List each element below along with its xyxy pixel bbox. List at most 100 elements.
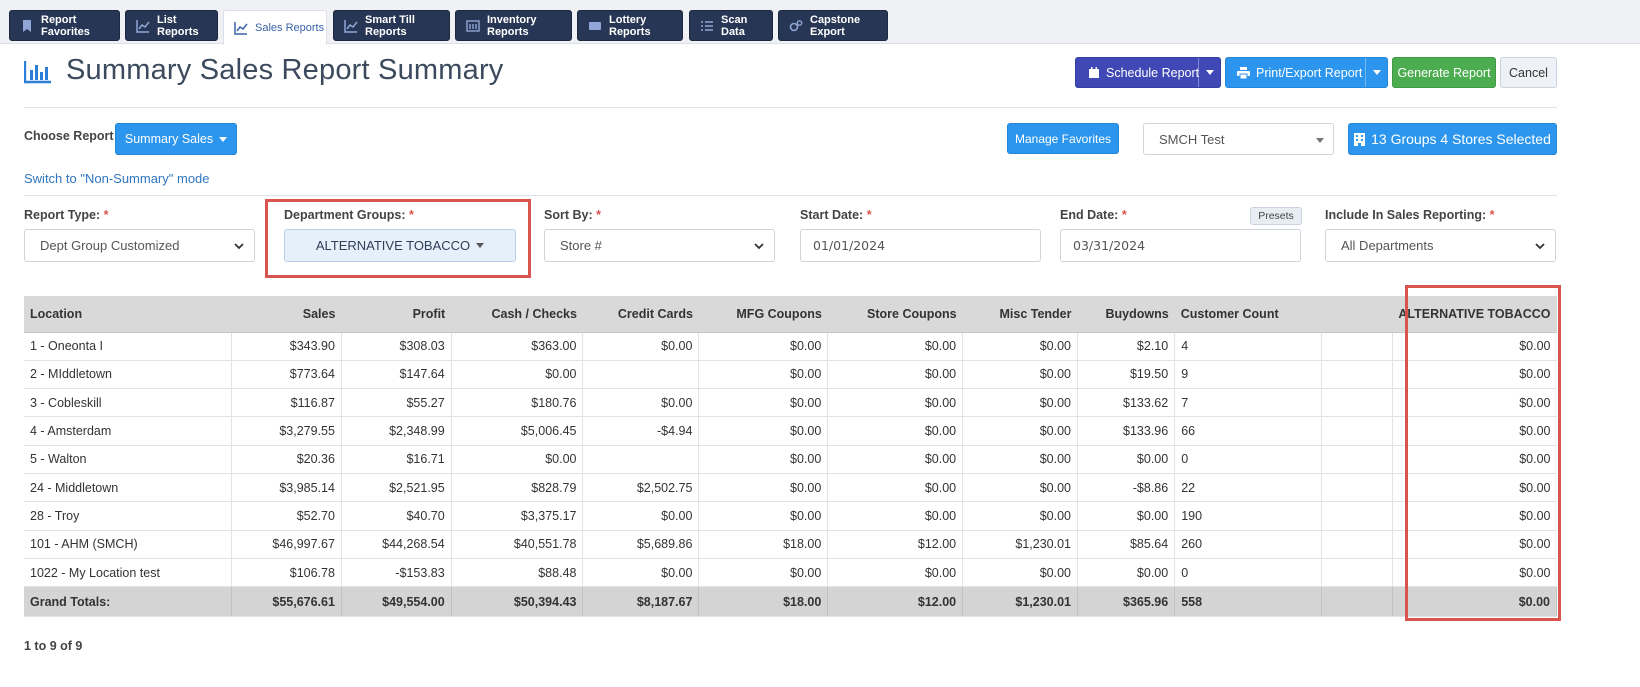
column-header-store-coupons[interactable]: Store Coupons bbox=[827, 296, 963, 333]
tab-smart-till-reports[interactable]: Smart Till Reports bbox=[333, 10, 450, 41]
column-header-location[interactable]: Location bbox=[24, 296, 232, 333]
department-groups-dropdown[interactable]: ALTERNATIVE TOBACCO bbox=[284, 229, 516, 262]
tab-inventory-reports[interactable]: Inventory Reports bbox=[455, 10, 572, 41]
table-cell: $0.00 bbox=[1392, 416, 1557, 446]
table-cell: $2,348.99 bbox=[341, 416, 452, 446]
schedule-dropdown-toggle[interactable] bbox=[1198, 58, 1220, 87]
end-date-input[interactable]: 03/31/2024 bbox=[1060, 229, 1301, 262]
report-type-label: Report Type: * bbox=[24, 208, 109, 222]
sort-by-label-text: Sort By: bbox=[544, 208, 593, 222]
start-date-label-text: Start Date: bbox=[800, 208, 864, 222]
table-cell: $0.00 bbox=[698, 332, 829, 361]
store-select[interactable]: SMCH Test bbox=[1143, 123, 1334, 155]
stores-selected-button[interactable]: 13 Groups 4 Stores Selected bbox=[1348, 123, 1557, 155]
report-type-select[interactable]: Dept Group Customized bbox=[24, 229, 255, 262]
choose-report-dropdown[interactable]: Summary Sales bbox=[115, 123, 237, 155]
table-cell: $106.78 bbox=[231, 558, 342, 588]
total-cell: $1,230.01 bbox=[962, 586, 1078, 618]
table-cell: 7 bbox=[1174, 388, 1322, 418]
total-cell: $50,394.43 bbox=[451, 586, 584, 618]
table-row: 2 - MIddletown $773.64 $147.64 $0.00 $0.00 $0… bbox=[24, 360, 1557, 390]
table-cell: $19.50 bbox=[1077, 360, 1176, 390]
print-export-button[interactable]: Print/Export Report bbox=[1225, 57, 1388, 88]
table-cell bbox=[582, 360, 700, 390]
table-cell: 24 - Middletown bbox=[24, 473, 233, 503]
table-cell bbox=[1321, 445, 1393, 474]
table-cell: $0.00 bbox=[1077, 501, 1176, 531]
table-cell: $0.00 bbox=[451, 445, 584, 474]
table-cell: $0.00 bbox=[698, 445, 829, 474]
table-cell: $2,502.75 bbox=[582, 473, 700, 503]
end-date-value: 03/31/2024 bbox=[1073, 238, 1146, 253]
table-cell: 0 bbox=[1174, 558, 1322, 588]
table-cell bbox=[1321, 360, 1393, 390]
start-date-input[interactable]: 01/01/2024 bbox=[800, 229, 1041, 262]
include-in-sales-select[interactable]: All Departments bbox=[1325, 229, 1556, 262]
table-cell: $0.00 bbox=[1077, 558, 1176, 588]
bookmark-icon bbox=[23, 19, 31, 32]
print-export-label: Print/Export Report bbox=[1256, 65, 1363, 80]
tab-capstone-export[interactable]: Capstone Export bbox=[778, 10, 888, 41]
report-type-value: Dept Group Customized bbox=[40, 238, 180, 253]
presets-button[interactable]: Presets bbox=[1250, 207, 1302, 225]
table-cell: $18.00 bbox=[698, 530, 829, 559]
table-cell: $116.87 bbox=[231, 388, 342, 418]
table-cell: $773.64 bbox=[231, 360, 342, 390]
tab-sales-reports[interactable]: Sales Reports bbox=[223, 10, 327, 45]
table-cell: -$4.94 bbox=[582, 416, 700, 446]
column-header-customer-count[interactable]: Customer Count bbox=[1174, 296, 1322, 333]
column-header-cash-checks[interactable]: Cash / Checks bbox=[451, 296, 583, 333]
column-header-alternative-tobacco[interactable]: ALTERNATIVE TOBACCO bbox=[1392, 296, 1557, 333]
tab-label: Inventory Reports bbox=[487, 13, 537, 38]
column-header-buydowns[interactable]: Buydowns bbox=[1077, 296, 1175, 333]
generate-report-button[interactable]: Generate Report bbox=[1392, 57, 1496, 88]
table-row: 3 - Cobleskill $116.87 $55.27 $180.76 $0.00 $… bbox=[24, 388, 1557, 418]
tab-label: Sales Reports bbox=[255, 21, 325, 34]
table-cell: $0.00 bbox=[827, 501, 964, 531]
tab-lottery-reports[interactable]: Lottery Reports bbox=[577, 10, 683, 41]
column-header-sales[interactable]: Sales bbox=[231, 296, 342, 333]
tab-label: Lottery Reports bbox=[609, 13, 651, 38]
table-cell: 1 - Oneonta I bbox=[24, 332, 233, 361]
sort-by-select[interactable]: Store # bbox=[544, 229, 775, 262]
table-cell: $40,551.78 bbox=[451, 530, 584, 559]
table-cell: $0.00 bbox=[582, 332, 700, 361]
report-tab-bar: Report Favorites List Reports Sales Repo… bbox=[0, 0, 1640, 45]
tab-list-reports[interactable]: List Reports bbox=[125, 10, 218, 41]
table-cell: $133.96 bbox=[1077, 416, 1176, 446]
table-cell: -$153.83 bbox=[341, 558, 452, 588]
table-cell: $0.00 bbox=[962, 360, 1078, 390]
column-header-blank bbox=[1321, 296, 1393, 333]
table-cell bbox=[1321, 558, 1393, 588]
schedule-report-button[interactable]: Schedule Report bbox=[1075, 57, 1221, 88]
calendar-icon bbox=[1089, 66, 1099, 78]
switch-mode-link[interactable]: Switch to "Non-Summary" mode bbox=[24, 171, 210, 186]
line-chart-icon bbox=[136, 19, 150, 33]
table-cell bbox=[1321, 388, 1393, 418]
print-dropdown-toggle[interactable] bbox=[1365, 58, 1387, 87]
table-cell: 0 bbox=[1174, 445, 1322, 474]
table-cell: $0.00 bbox=[698, 416, 829, 446]
include-in-sales-label: Include In Sales Reporting: * bbox=[1325, 208, 1495, 222]
column-header-misc-tender[interactable]: Misc Tender bbox=[962, 296, 1078, 333]
tab-label: Capstone Export bbox=[810, 13, 861, 38]
table-row: 24 - Middletown $3,985.14 $2,521.95 $828.79… bbox=[24, 473, 1557, 503]
manage-favorites-button[interactable]: Manage Favorites bbox=[1007, 123, 1119, 154]
choose-report-label: Choose Report bbox=[24, 129, 114, 143]
table-cell: $0.00 bbox=[582, 388, 700, 418]
table-cell: $0.00 bbox=[827, 332, 964, 361]
table-cell: $0.00 bbox=[1392, 360, 1557, 390]
bar-chart-icon bbox=[24, 61, 51, 84]
column-header-mfg-coupons[interactable]: MFG Coupons bbox=[698, 296, 828, 333]
column-header-profit[interactable]: Profit bbox=[341, 296, 452, 333]
tab-report-favorites[interactable]: Report Favorites bbox=[9, 10, 120, 41]
table-cell bbox=[1321, 530, 1393, 559]
column-header-credit-cards[interactable]: Credit Cards bbox=[582, 296, 699, 333]
table-cell: $0.00 bbox=[1392, 388, 1557, 418]
include-value: All Departments bbox=[1341, 238, 1434, 253]
cancel-button[interactable]: Cancel bbox=[1500, 57, 1557, 88]
tab-scan-data[interactable]: Scan Data bbox=[689, 10, 773, 41]
table-cell: $16.71 bbox=[341, 445, 452, 474]
total-cell: Grand Totals: bbox=[24, 586, 233, 618]
table-body: 1 - Oneonta I $343.90 $308.03 $363.00 $0.00 $… bbox=[24, 332, 1558, 618]
